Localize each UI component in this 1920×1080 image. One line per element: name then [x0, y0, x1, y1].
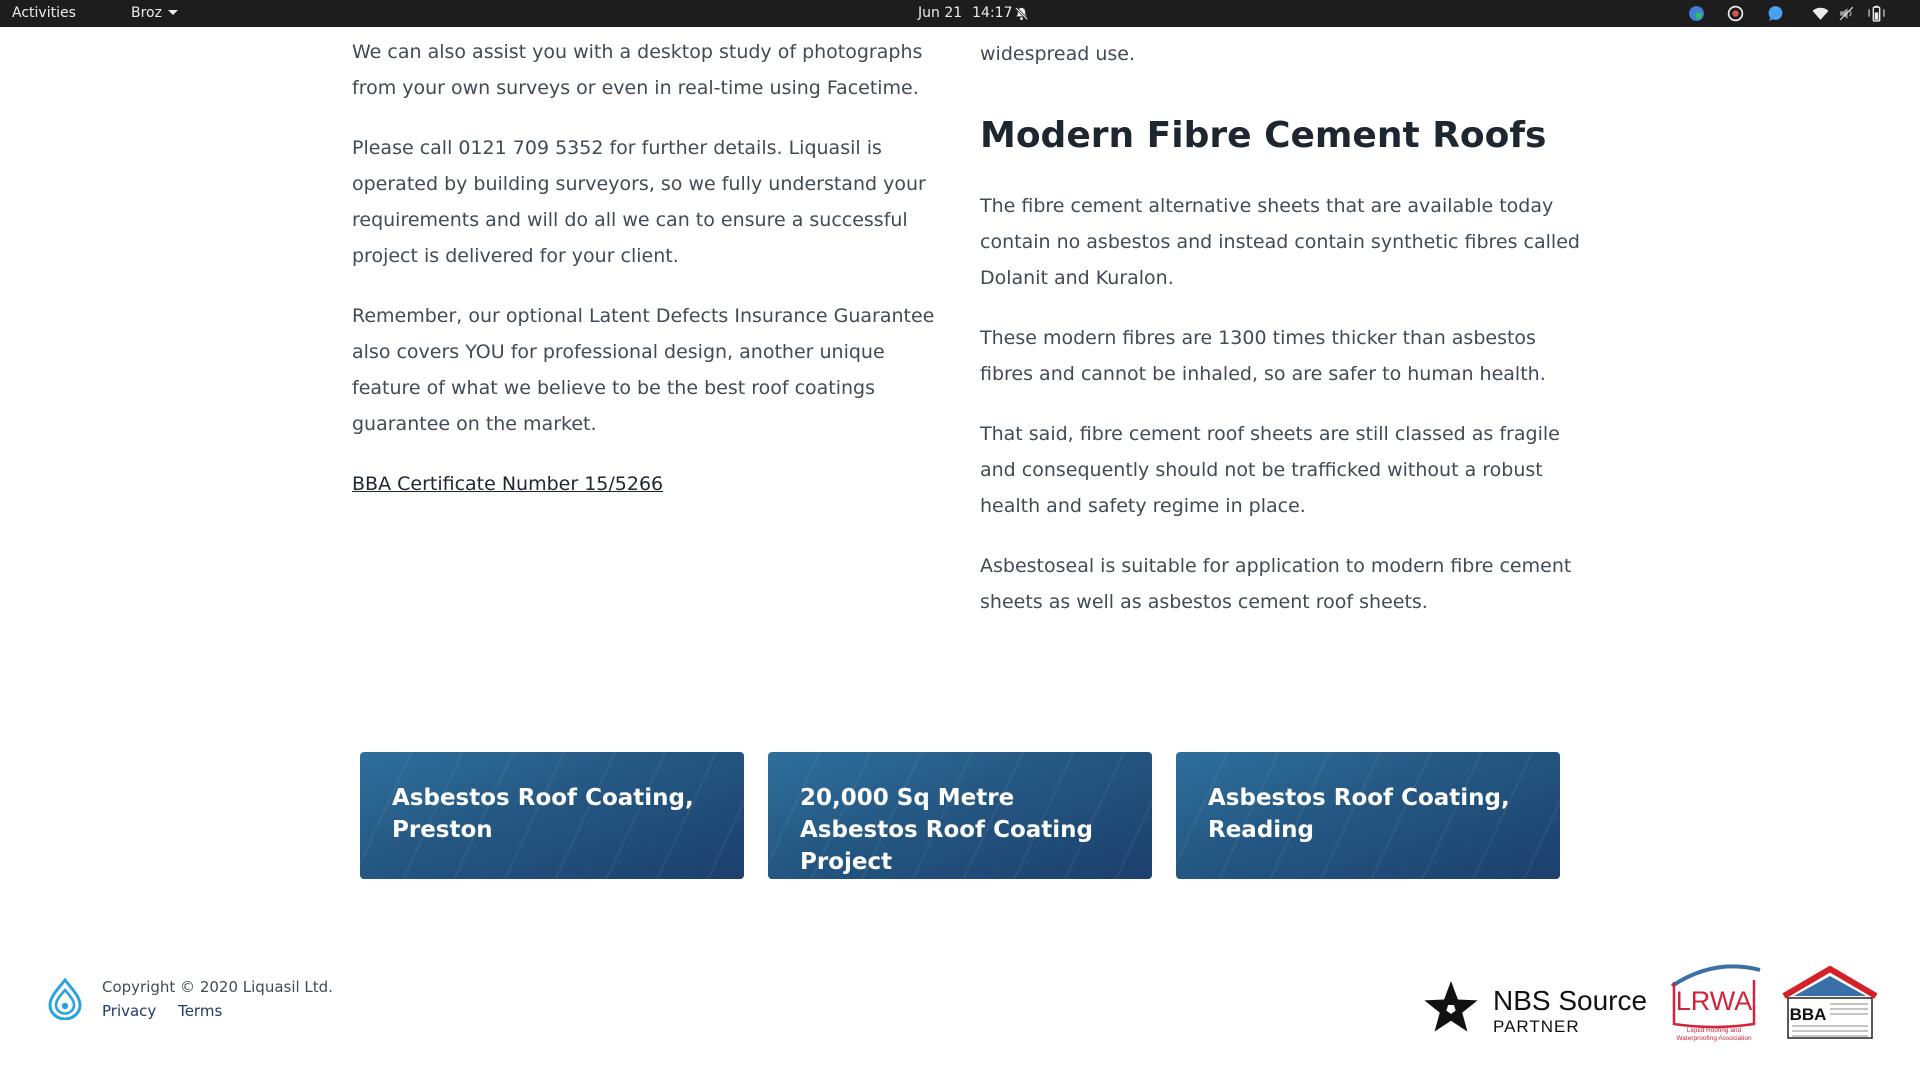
right-column: widespread use. Modern Fibre Cement Roof…	[980, 36, 1580, 644]
color-picker-icon[interactable]	[1688, 5, 1705, 22]
nbs-name: NBS Source	[1493, 985, 1648, 1016]
footer-links: Privacy Terms	[102, 1000, 239, 1022]
battery-icon[interactable]	[1868, 5, 1885, 22]
section-heading: Modern Fibre Cement Roofs	[980, 115, 1547, 156]
terms-link[interactable]: Terms	[178, 1002, 222, 1020]
project-card-title: Asbestos Roof Coating, Preston	[392, 785, 694, 843]
project-card-reading[interactable]: Asbestos Roof Coating, Reading	[1176, 752, 1560, 879]
bba-approval-logo: BBA	[1782, 966, 1878, 1039]
copyright-text: Copyright © 2020 Liquasil Ltd.	[102, 978, 333, 996]
left-column: We can also assist you with a desktop st…	[352, 34, 947, 526]
lrwa-subtitle-line-2: Waterproofing Association	[1676, 1035, 1752, 1042]
paragraph: The fibre cement alternative sheets that…	[980, 195, 1580, 289]
paragraph: Asbestoseal is suitable for application …	[980, 555, 1572, 613]
nbs-flower-icon	[1424, 981, 1478, 1032]
wifi-icon[interactable]	[1812, 5, 1829, 22]
project-card-preston[interactable]: Asbestos Roof Coating, Preston	[360, 752, 744, 879]
nbs-source-partner-logo: NBS Source PARTNER	[1421, 976, 1651, 1042]
clock-time: 14:17	[972, 5, 1013, 21]
top-bar: Activities Broz Jun 21 14:17	[0, 0, 1920, 27]
paragraph: Remember, our optional Latent Defects In…	[352, 305, 935, 435]
chat-icon[interactable]	[1767, 5, 1784, 22]
lrwa-subtitle-line-1: Liquid Roofing and	[1687, 1027, 1742, 1034]
privacy-link[interactable]: Privacy	[102, 1002, 156, 1020]
lrwa-logo: LRWA Liquid Roofing and Waterproofing As…	[1670, 964, 1761, 1042]
app-menu[interactable]: Broz	[131, 0, 178, 27]
notifications-muted-icon	[1015, 7, 1028, 21]
paragraph: Please call 0121 709 5352 for further de…	[352, 137, 926, 267]
paragraph: That said, fibre cement roof sheets are …	[980, 423, 1560, 517]
paragraph: These modern fibres are 1300 times thick…	[980, 327, 1546, 385]
project-card-title: Asbestos Roof Coating, Reading	[1208, 785, 1510, 843]
activities-button[interactable]: Activities	[12, 0, 76, 27]
paragraph-fragment: widespread use.	[980, 43, 1136, 65]
nbs-subtitle: PARTNER	[1493, 1017, 1580, 1036]
lrwa-name: LRWA	[1676, 986, 1753, 1016]
clock[interactable]: Jun 21 14:17	[918, 0, 1013, 27]
project-card-20000-sq-metre[interactable]: 20,000 Sq Metre Asbestos Roof Coating Pr…	[768, 752, 1152, 879]
liquasil-drop-logo[interactable]	[47, 978, 83, 1020]
bba-certificate-link[interactable]: BBA Certificate Number 15/5266	[352, 473, 663, 495]
project-card-title: 20,000 Sq Metre Asbestos Roof Coating Pr…	[800, 785, 1093, 875]
chevron-down-icon	[167, 10, 178, 15]
app-menu-label: Broz	[131, 5, 162, 21]
clock-date: Jun 21	[918, 5, 963, 21]
volume-icon[interactable]	[1838, 5, 1855, 22]
record-icon[interactable]	[1727, 5, 1744, 22]
bba-name: BBA	[1790, 1005, 1827, 1024]
paragraph: We can also assist you with a desktop st…	[352, 41, 923, 99]
